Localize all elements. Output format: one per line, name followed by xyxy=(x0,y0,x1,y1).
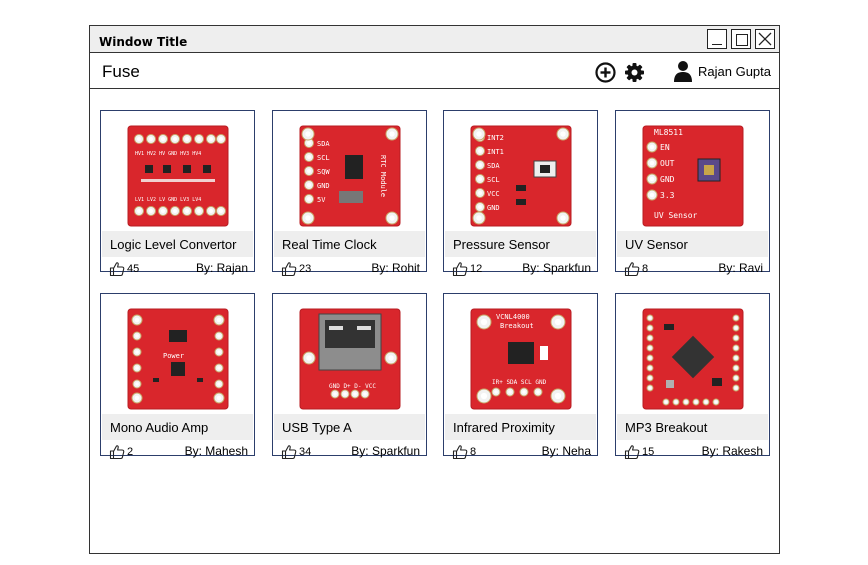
card-name-bar: UV Sensor xyxy=(617,231,768,257)
board-thumbnail[interactable]: VCNL4000Breakout IR+ SDA SCL GND xyxy=(470,308,572,410)
app-header: Fuse Rajan Gupta xyxy=(90,54,779,89)
svg-text:GND: GND xyxy=(487,204,500,212)
svg-text:VCNL4000: VCNL4000 xyxy=(496,313,530,321)
maximize-button[interactable] xyxy=(731,29,751,49)
card-author: By: Sparkfun xyxy=(522,261,591,275)
svg-text:GND: GND xyxy=(660,175,675,184)
close-button[interactable] xyxy=(755,29,775,49)
like-count: 8 xyxy=(642,263,649,275)
svg-text:EN: EN xyxy=(660,143,670,152)
thumbs-up-icon[interactable] xyxy=(109,261,125,277)
like-count: 34 xyxy=(299,446,312,458)
thumbs-up-icon[interactable] xyxy=(281,261,297,277)
add-circle-icon[interactable] xyxy=(595,62,616,83)
board-thumbnail[interactable]: SDA SCL SQW GND 5V RTC Module xyxy=(299,125,401,227)
project-card[interactable]: ML8511 EN OUT GND 3.3 UV Sensor UV Sensor 8 By: … xyxy=(615,110,770,277)
card-author: By: Mahesh xyxy=(184,444,248,458)
card-author: By: Rohit xyxy=(371,261,420,275)
svg-text:INT2: INT2 xyxy=(487,134,504,142)
card-author: By: Sparkfun xyxy=(351,444,420,458)
card-author: By: Rakesh xyxy=(701,444,763,458)
svg-text:SDA: SDA xyxy=(317,140,330,148)
project-card[interactable]: GND D+ D- VCC USB Type A 34 By: Sparkfun xyxy=(272,293,427,460)
card-author: By: Rajan xyxy=(195,261,248,275)
svg-text:HV1 HV2 HV GND HV3 HV4: HV1 HV2 HV GND HV3 HV4 xyxy=(135,151,201,157)
svg-text:RTC Module: RTC Module xyxy=(379,155,387,197)
thumbs-up-icon[interactable] xyxy=(624,261,640,277)
card-title[interactable]: MP3 Breakout xyxy=(625,420,707,435)
svg-text:SQW: SQW xyxy=(317,168,330,176)
title-bar[interactable]: Window Title xyxy=(90,26,779,53)
like-count: 12 xyxy=(470,263,483,275)
window-title: Window Title xyxy=(99,35,188,49)
svg-text:ML8511: ML8511 xyxy=(654,128,683,137)
project-card[interactable]: INT2 INT1 SDA SCL VCC GND Pressure Sensor 12 By:… xyxy=(443,110,598,277)
svg-text:IR+ SDA SCL GND: IR+ SDA SCL GND xyxy=(492,379,547,386)
card-author: By: Ravi xyxy=(718,261,763,275)
project-card[interactable]: SDA SCL SQW GND 5V RTC Module Real Time Clock 2… xyxy=(272,110,427,277)
project-card[interactable]: VCNL4000 Breakout IR+ SDA SCL GND Infrared … xyxy=(443,293,598,460)
card-name-bar: MP3 Breakout xyxy=(617,414,768,440)
svg-text:Breakout: Breakout xyxy=(500,322,534,330)
card-name-bar: Pressure Sensor xyxy=(445,231,596,257)
project-card[interactable]: Power Mono Audio Amp 2 By: Mahesh xyxy=(100,293,255,460)
board-thumbnail[interactable] xyxy=(642,308,744,410)
minimize-button[interactable] xyxy=(707,29,727,49)
thumbs-up-icon[interactable] xyxy=(281,444,297,460)
app-name: Fuse xyxy=(102,62,140,81)
like-count: 23 xyxy=(299,263,312,275)
svg-text:OUT: OUT xyxy=(660,159,675,168)
svg-text:SCL: SCL xyxy=(487,176,500,184)
close-icon xyxy=(758,32,772,46)
svg-text:VCC: VCC xyxy=(487,190,500,198)
thumbs-up-icon[interactable] xyxy=(452,261,468,277)
svg-text:INT1: INT1 xyxy=(487,148,504,156)
svg-text:3.3: 3.3 xyxy=(660,191,675,200)
svg-text:GND D+ D- VCC: GND D+ D- VCC xyxy=(329,383,376,390)
svg-text:UV Sensor: UV Sensor xyxy=(654,211,698,220)
card-title[interactable]: UV Sensor xyxy=(625,237,688,252)
app-window: Window Title Fuse Rajan Gupta HV1 HV2 HV… xyxy=(89,25,780,554)
svg-text:Power: Power xyxy=(163,352,184,360)
project-card[interactable]: HV1 HV2 HV GND HV3 HV4 LV1 LV2 LV GND LV3… xyxy=(100,110,255,277)
card-title[interactable]: Mono Audio Amp xyxy=(110,420,208,435)
card-title[interactable]: Real Time Clock xyxy=(282,237,377,252)
board-thumbnail[interactable]: Power xyxy=(127,308,229,410)
card-title[interactable]: Pressure Sensor xyxy=(453,237,550,252)
board-thumbnail[interactable]: HV1 HV2 HV GND HV3 HV4 LV1 LV2 LV GND LV3… xyxy=(127,125,229,227)
thumbs-up-icon[interactable] xyxy=(109,444,125,460)
thumbs-up-icon[interactable] xyxy=(452,444,468,460)
thumbs-up-icon[interactable] xyxy=(624,444,640,460)
svg-text:LV1 LV2 LV GND LV3 LV4: LV1 LV2 LV GND LV3 LV4 xyxy=(135,197,201,203)
svg-text:SCL: SCL xyxy=(317,154,330,162)
card-name-bar: Real Time Clock xyxy=(274,231,425,257)
user-name[interactable]: Rajan Gupta xyxy=(698,64,771,79)
card-title[interactable]: Logic Level Convertor xyxy=(110,237,236,252)
like-count: 8 xyxy=(470,446,477,458)
card-title[interactable]: Infrared Proximity xyxy=(453,420,555,435)
card-name-bar: Logic Level Convertor xyxy=(102,231,253,257)
svg-text:GND: GND xyxy=(317,182,330,190)
card-title[interactable]: USB Type A xyxy=(282,420,352,435)
like-count: 15 xyxy=(642,446,655,458)
card-name-bar: USB Type A xyxy=(274,414,425,440)
gear-icon[interactable] xyxy=(624,62,645,83)
board-thumbnail[interactable]: GND D+ D- VCC xyxy=(299,308,401,410)
like-count: 45 xyxy=(127,263,140,275)
like-count: 2 xyxy=(127,446,134,458)
board-thumbnail[interactable]: INT2 INT1 SDA SCL VCC GND xyxy=(470,125,572,227)
card-name-bar: Infrared Proximity xyxy=(445,414,596,440)
svg-text:5V: 5V xyxy=(317,196,326,204)
svg-text:SDA: SDA xyxy=(487,162,500,170)
card-author: By: Neha xyxy=(541,444,591,458)
board-thumbnail[interactable]: ML8511 EN OUT GND 3.3 UV Sensor xyxy=(642,125,744,227)
card-name-bar: Mono Audio Amp xyxy=(102,414,253,440)
project-card[interactable]: MP3 Breakout 15 By: Rakesh xyxy=(615,293,770,460)
user-icon[interactable] xyxy=(673,60,693,82)
